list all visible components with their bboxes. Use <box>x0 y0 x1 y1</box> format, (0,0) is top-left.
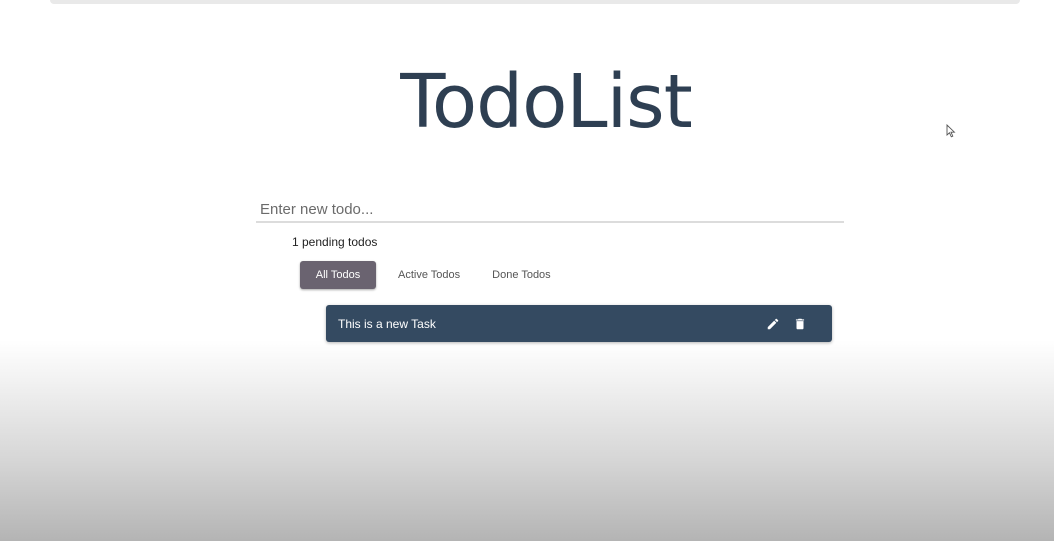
pencil-icon <box>767 318 779 329</box>
top-bar-edge <box>50 0 1020 4</box>
new-todo-input[interactable] <box>256 198 844 223</box>
tab-active-todos[interactable]: Active Todos <box>398 261 460 289</box>
filter-tabs: All Todos Active Todos Done Todos <box>300 261 551 289</box>
todo-item-text: This is a new Task <box>338 316 436 331</box>
tab-all-todos[interactable]: All Todos <box>300 261 376 289</box>
trash-icon <box>795 318 805 329</box>
tab-done-todos[interactable]: Done Todos <box>492 261 551 289</box>
todo-item[interactable]: This is a new Task <box>326 305 832 342</box>
pending-count: 1 pending todos <box>292 235 378 249</box>
edit-todo-button[interactable] <box>764 315 782 333</box>
page-title: TodoList <box>400 59 693 145</box>
mouse-cursor-icon <box>946 124 956 138</box>
delete-todo-button[interactable] <box>791 315 809 333</box>
